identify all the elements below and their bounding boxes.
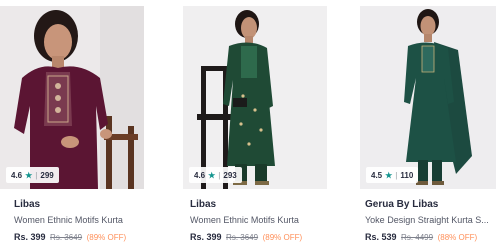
- product-info[interactable]: Libas Women Ethnic Motifs Kurta Rs. 399 …: [190, 198, 336, 244]
- product-image[interactable]: 4.6 ★ | 293: [183, 6, 327, 189]
- product-title: Women Ethnic Motifs Kurta: [190, 215, 299, 225]
- price-row: Rs. 399 Rs. 3649 (89% OFF): [14, 231, 160, 244]
- rating-badge: 4.5 ★ | 110: [366, 167, 419, 183]
- star-icon: ★: [208, 170, 216, 180]
- product-discount: (88% OFF): [437, 233, 478, 242]
- price-row: Rs. 539 Rs. 4499 (88% OFF): [365, 231, 500, 244]
- product-brand: Gerua By Libas: [365, 199, 439, 210]
- product-price: Rs. 539: [365, 232, 397, 242]
- product-title: Yoke Design Straight Kurta S...: [365, 215, 489, 225]
- product-brand: Libas: [14, 199, 41, 210]
- product-price: Rs. 399: [190, 232, 222, 242]
- woman-in-dark-green-kurta-image: [360, 6, 496, 189]
- product-brand: Libas: [190, 199, 217, 210]
- rating-count: 299: [40, 170, 54, 180]
- product-discount: (89% OFF): [86, 233, 127, 242]
- divider: |: [218, 170, 221, 180]
- product-info[interactable]: Gerua By Libas Yoke Design Straight Kurt…: [365, 198, 500, 244]
- product-card[interactable]: 4.6 ★ | 293 Libas Women Ethnic Motifs Ku…: [175, 6, 327, 246]
- product-title: Women Ethnic Motifs Kurta: [14, 215, 123, 225]
- product-mrp: Rs. 4499: [401, 233, 434, 242]
- product-mrp: Rs. 3649: [50, 233, 83, 242]
- product-info[interactable]: Libas Women Ethnic Motifs Kurta Rs. 399 …: [14, 198, 160, 244]
- price-row: Rs. 399 Rs. 3649 (89% OFF): [190, 231, 336, 244]
- product-card[interactable]: 4.6 ★ | 299 Libas Women Ethnic Motifs Ku…: [0, 6, 146, 246]
- product-image[interactable]: 4.5 ★ | 110: [360, 6, 496, 189]
- rating-badge: 4.6 ★ | 293: [189, 167, 242, 183]
- star-icon: ★: [385, 170, 393, 180]
- divider: |: [35, 170, 38, 180]
- product-grid: 4.6 ★ | 299 Libas Women Ethnic Motifs Ku…: [0, 0, 500, 251]
- star-icon: ★: [25, 170, 33, 180]
- rating-badge: 4.6 ★ | 299: [6, 167, 59, 183]
- divider: |: [395, 170, 398, 180]
- product-price: Rs. 399: [14, 232, 46, 242]
- woman-in-green-kurta-image: [183, 6, 327, 189]
- rating-count: 293: [223, 170, 237, 180]
- rating-value: 4.6: [11, 170, 23, 180]
- rating-value: 4.5: [371, 170, 383, 180]
- product-discount: (89% OFF): [262, 233, 303, 242]
- product-mrp: Rs. 3649: [226, 233, 259, 242]
- rating-value: 4.6: [194, 170, 206, 180]
- woman-in-maroon-kurta-image: [0, 6, 144, 189]
- rating-count: 110: [400, 170, 414, 180]
- product-image[interactable]: 4.6 ★ | 299: [0, 6, 144, 189]
- product-card[interactable]: 4.5 ★ | 110 Gerua By Libas Yoke Design S…: [350, 6, 496, 246]
